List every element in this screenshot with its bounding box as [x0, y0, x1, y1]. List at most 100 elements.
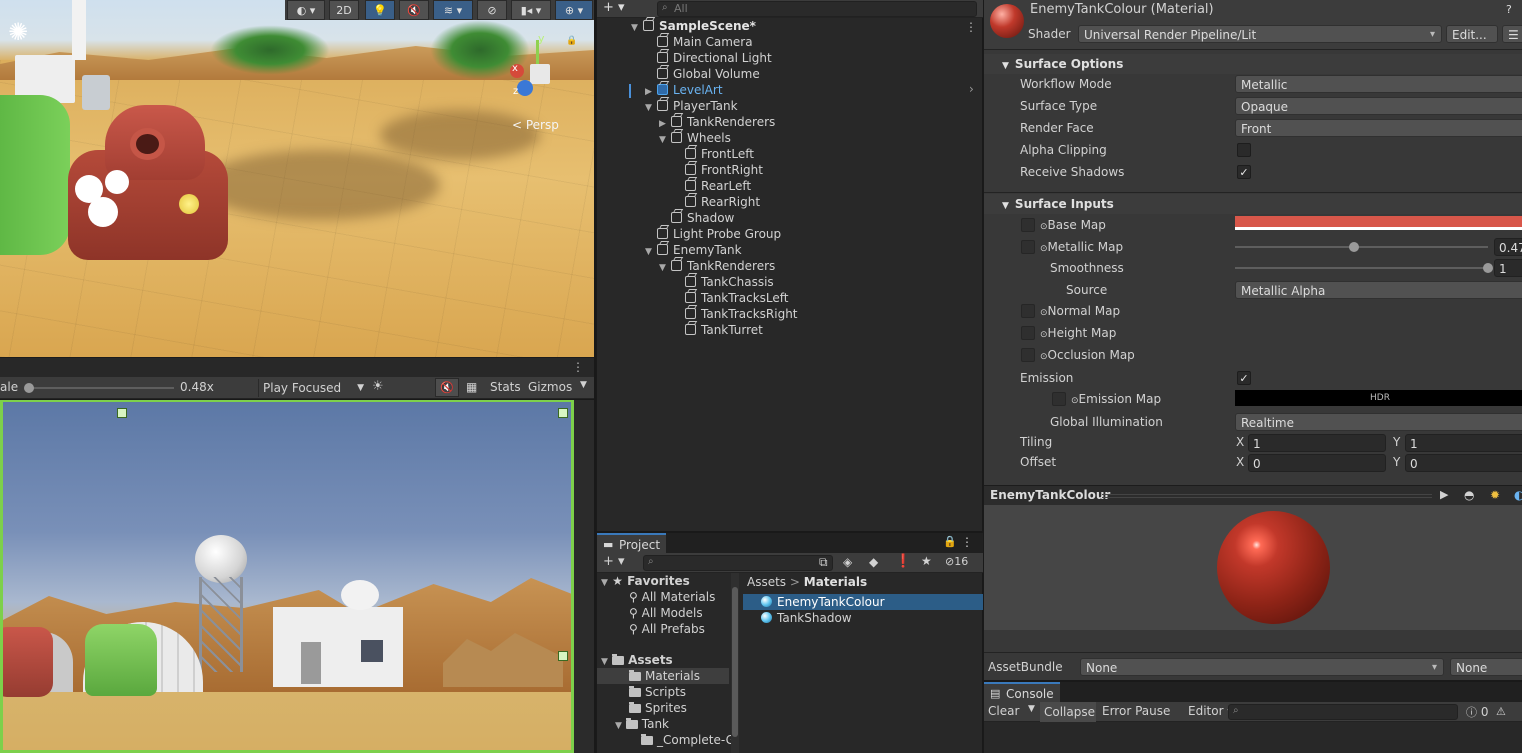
offset-x-field[interactable]: 0 [1248, 454, 1386, 472]
add-icon[interactable]: + ▾ [603, 0, 625, 15]
rect-handle[interactable] [558, 651, 568, 661]
occlusion-map-slot[interactable] [1021, 348, 1035, 362]
project-tree-scrollbar[interactable] [731, 573, 739, 753]
orientation-gizmo[interactable]: y x z 🔒 < Persp [500, 32, 580, 134]
hierarchy-item[interactable]: RearLeft [673, 178, 751, 194]
label-icon[interactable]: ◆ [869, 555, 878, 569]
add-icon[interactable]: + ▾ [603, 554, 625, 569]
game-view[interactable] [0, 400, 594, 753]
metallic-slider-track[interactable] [1235, 246, 1488, 248]
chevron-right-icon[interactable]: › [969, 82, 974, 96]
preview-bg-icon[interactable]: ◐ [1514, 488, 1522, 502]
game-canvas[interactable] [0, 400, 574, 753]
hierarchy-item[interactable]: ▼ PlayerTank [645, 98, 738, 114]
folder-materials[interactable]: Materials [597, 668, 729, 684]
favorites-item[interactable]: ⚲ All Prefabs [629, 621, 705, 637]
projection-label[interactable]: < Persp [512, 118, 559, 132]
lock-icon[interactable]: 🔒 [943, 535, 957, 548]
light-probe-icon[interactable] [105, 170, 129, 194]
folder-complete[interactable]: _Complete-G [641, 732, 735, 748]
material-preview[interactable] [984, 505, 1522, 630]
height-map-slot[interactable] [1021, 326, 1035, 340]
collapse-toggle[interactable]: Collapse [1040, 702, 1096, 722]
breadcrumb-current[interactable]: Materials [804, 575, 867, 589]
assets-header[interactable]: ▼ Assets [601, 652, 673, 668]
base-map-slot[interactable] [1021, 218, 1035, 232]
play-icon[interactable]: ▶ [1440, 488, 1448, 501]
kebab-menu-icon[interactable]: ⋮ [965, 20, 977, 34]
assetbundle-dropdown[interactable]: None [1080, 658, 1444, 677]
game-enemy-tank[interactable] [3, 627, 53, 697]
chevron-down-icon[interactable]: ▼ [645, 100, 657, 116]
preview-drag-handle[interactable] [1102, 494, 1432, 498]
smoothness-value-field[interactable]: 1 [1494, 259, 1522, 277]
hidden-packages-icon[interactable]: ⊘16 [945, 555, 968, 568]
object-picker-icon[interactable]: ⊙ [1040, 352, 1048, 362]
surface-options-header[interactable]: ▼ Surface Options [1002, 54, 1123, 74]
chevron-down-icon[interactable]: ▼ [659, 132, 671, 148]
asset-tankshadow[interactable]: TankShadow [761, 610, 852, 626]
hierarchy-item[interactable]: Shadow [659, 210, 734, 226]
chevron-down-icon[interactable]: ▼ [645, 244, 657, 260]
bug-icon[interactable]: ☀ [372, 379, 384, 394]
hierarchy-item[interactable]: ▶ LevelArt [645, 82, 723, 98]
rect-handle[interactable] [117, 408, 127, 418]
hierarchy-item[interactable]: ▼ EnemyTank [645, 242, 742, 258]
tiling-x-field[interactable]: 1 [1248, 434, 1386, 452]
gizmos-button[interactable]: Gizmos [528, 380, 572, 394]
camera-settings-icon[interactable]: ▮◂ ▾ [511, 0, 551, 20]
folder-scripts[interactable]: Scripts [629, 684, 686, 700]
scrollbar-thumb[interactable] [732, 587, 738, 737]
favorites-header[interactable]: ▼ ★ Favorites [601, 573, 690, 589]
source-dropdown[interactable]: Metallic Alpha [1235, 281, 1522, 299]
draw-mode-dropdown[interactable]: ◐ ▾ [287, 0, 325, 20]
hierarchy-item[interactable]: Light Probe Group [645, 226, 781, 242]
chevron-down-icon[interactable]: ▼ [580, 380, 587, 390]
mute-audio-icon[interactable]: 🔇 [435, 378, 459, 397]
2d-toggle[interactable]: 2D [329, 0, 359, 20]
hierarchy-scene-row[interactable]: ▼ SampleScene* [631, 18, 756, 34]
object-picker-icon[interactable]: ⊙ [1040, 308, 1048, 318]
scale-slider-knob[interactable] [24, 383, 34, 393]
breadcrumb-root[interactable]: Assets [747, 575, 786, 589]
info-count[interactable]: ⓘ 0 [1466, 704, 1488, 720]
scene-view[interactable]: ✺ ◐ ▾ 2D 💡 🔇 ≋ ▾ ⊘ ▮◂ ▾ ⊕ ▾ y x z 🔒 < Pe… [0, 0, 594, 357]
smoothness-slider-knob[interactable] [1483, 263, 1493, 273]
global-illumination-dropdown[interactable]: Realtime [1235, 413, 1522, 431]
scene-player-tank[interactable] [0, 95, 70, 255]
object-picker-icon[interactable]: ⊙ [1071, 396, 1079, 406]
light-probe-icon[interactable] [88, 197, 118, 227]
render-face-dropdown[interactable]: Front [1235, 119, 1522, 137]
chevron-down-icon[interactable]: ▼ [631, 20, 643, 36]
console-search[interactable]: ⌕ [1228, 704, 1458, 720]
preview-mesh-icon[interactable]: ◓ [1464, 488, 1474, 502]
asset-enemytankcolour[interactable]: EnemyTankColour [743, 594, 983, 610]
favorites-item[interactable]: ⚲ All Models [629, 605, 703, 621]
search-by-type-icon[interactable]: ⧉ [819, 555, 828, 570]
scale-slider-track[interactable] [30, 387, 174, 389]
stats-button[interactable]: Stats [490, 380, 521, 394]
effects-toggle-icon[interactable]: ≋ ▾ [433, 0, 473, 20]
emission-color-swatch[interactable]: HDR [1235, 390, 1522, 406]
kebab-menu-icon[interactable]: ⋮ [961, 535, 973, 549]
normal-map-slot[interactable] [1021, 304, 1035, 318]
hierarchy-item[interactable]: FrontLeft [673, 146, 754, 162]
emission-checkbox[interactable]: ✓ [1237, 371, 1251, 385]
game-scrollbar[interactable] [574, 400, 594, 753]
receive-shadows-checkbox[interactable]: ✓ [1237, 165, 1251, 179]
smoothness-slider-track[interactable] [1235, 267, 1488, 269]
metallic-map-slot[interactable] [1021, 240, 1035, 254]
emission-map-slot[interactable] [1052, 392, 1066, 406]
hierarchy-item[interactable]: ▼ Wheels [659, 130, 731, 146]
hierarchy-item[interactable]: RearRight [673, 194, 760, 210]
audio-toggle-icon[interactable]: 🔇 [399, 0, 429, 20]
lock-icon[interactable]: 🔒 [566, 36, 577, 46]
base-color-swatch[interactable] [1235, 216, 1522, 230]
hierarchy-item[interactable]: TankTracksLeft [673, 290, 788, 306]
surface-inputs-header[interactable]: ▼ Surface Inputs [1002, 194, 1114, 214]
favorite-star-icon[interactable]: ★ [921, 554, 932, 568]
hierarchy-item[interactable]: ▼ TankRenderers [659, 258, 775, 274]
kebab-menu-icon[interactable]: ⋮ [572, 360, 584, 374]
tiling-y-field[interactable]: 1 [1405, 434, 1522, 452]
workflow-mode-dropdown[interactable]: Metallic [1235, 75, 1522, 93]
